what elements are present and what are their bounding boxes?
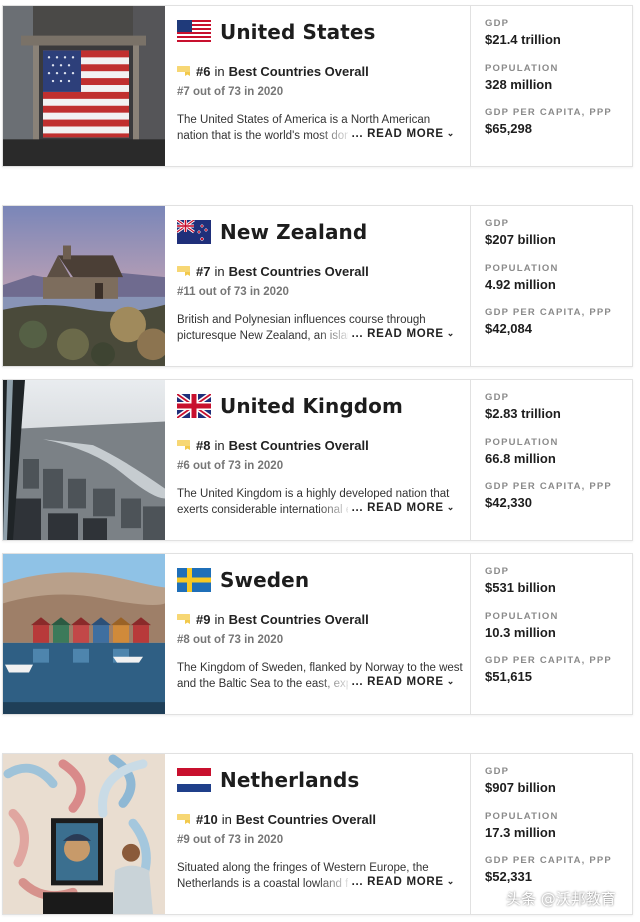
country-name[interactable]: Netherlands — [220, 768, 359, 792]
rank-in-text: in — [214, 612, 225, 627]
us-flag-icon — [177, 20, 211, 44]
read-more-button[interactable]: ... READ MORE ⌄ — [347, 328, 455, 340]
gdp-per-capita-label: GDP PER CAPITA, PPP — [485, 307, 612, 318]
divider — [470, 6, 471, 166]
rank-category-link[interactable]: Best Countries Overall — [236, 812, 376, 827]
ribbon-icon — [177, 814, 190, 825]
ribbon-icon — [177, 266, 190, 277]
overall-rank: #10 in Best Countries Overall — [177, 812, 376, 827]
country-stats: GDP $21.4 trillion POPULATION 328 millio… — [485, 6, 630, 166]
gdp-per-capita-label: GDP PER CAPITA, PPP — [485, 107, 612, 118]
rank-number: #7 — [196, 264, 211, 279]
country-card-united-states[interactable]: United States #6 in Best Countries Overa… — [2, 5, 633, 167]
chevron-down-icon: ⌄ — [446, 676, 455, 686]
country-card-sweden[interactable]: Sweden #9 in Best Countries Overall #8 o… — [2, 553, 633, 715]
country-name[interactable]: Sweden — [220, 568, 309, 592]
gdp-per-capita-label: GDP PER CAPITA, PPP — [485, 855, 612, 866]
uk-flag-icon — [177, 394, 211, 418]
population-value: 66.8 million — [485, 451, 556, 466]
gdp-per-capita-value: $65,298 — [485, 121, 532, 136]
overall-rank: #8 in Best Countries Overall — [177, 438, 369, 453]
overall-rank: #7 in Best Countries Overall — [177, 264, 369, 279]
ribbon-icon — [177, 440, 190, 451]
divider — [470, 206, 471, 366]
rank-category-link[interactable]: Best Countries Overall — [229, 438, 369, 453]
rank-category-link[interactable]: Best Countries Overall — [229, 264, 369, 279]
overall-rank: #9 in Best Countries Overall — [177, 612, 369, 627]
van-gogh-museum-photo[interactable] — [3, 754, 165, 914]
chevron-down-icon: ⌄ — [446, 876, 455, 886]
rank-in-text: in — [214, 264, 225, 279]
chevron-down-icon: ⌄ — [446, 328, 455, 338]
read-more-button[interactable]: ... READ MORE ⌄ — [347, 876, 455, 888]
population-value: 10.3 million — [485, 625, 556, 640]
gdp-per-capita-label: GDP PER CAPITA, PPP — [485, 655, 612, 666]
stone-church-lake-photo[interactable] — [3, 206, 165, 366]
rank-in-text: in — [214, 438, 225, 453]
divider — [470, 554, 471, 714]
gdp-label: GDP — [485, 18, 510, 29]
gdp-per-capita-value: $42,084 — [485, 321, 532, 336]
london-aerial-photo[interactable] — [3, 380, 165, 540]
nl-flag-icon — [177, 768, 211, 792]
chevron-down-icon: ⌄ — [446, 128, 455, 138]
overall-rank: #6 in Best Countries Overall — [177, 64, 369, 79]
gdp-label: GDP — [485, 218, 510, 229]
watermark: 头条 @沃邦教育 — [506, 890, 616, 908]
country-name[interactable]: New Zealand — [220, 220, 367, 244]
gdp-per-capita-value: $42,330 — [485, 495, 532, 510]
country-stats: GDP $531 billion POPULATION 10.3 million… — [485, 554, 630, 714]
population-label: POPULATION — [485, 263, 559, 274]
country-stats: GDP $2.83 trillion POPULATION 66.8 milli… — [485, 380, 630, 540]
country-card-new-zealand[interactable]: New Zealand #7 in Best Countries Overall… — [2, 205, 633, 367]
population-value: 17.3 million — [485, 825, 556, 840]
rank-number: #6 — [196, 64, 211, 79]
se-flag-icon — [177, 568, 211, 592]
gdp-value: $907 billion — [485, 780, 556, 795]
rank-number: #8 — [196, 438, 211, 453]
nz-flag-icon — [177, 220, 211, 244]
gdp-label: GDP — [485, 766, 510, 777]
previous-rank: #9 out of 73 in 2020 — [177, 834, 284, 846]
coastal-boathouses-photo[interactable] — [3, 554, 165, 714]
gdp-value: $531 billion — [485, 580, 556, 595]
previous-rank: #7 out of 73 in 2020 — [177, 86, 284, 98]
population-value: 4.92 million — [485, 277, 556, 292]
country-name[interactable]: United States — [220, 20, 376, 44]
previous-rank: #6 out of 73 in 2020 — [177, 460, 284, 472]
rank-in-text: in — [214, 64, 225, 79]
country-stats: GDP $207 billion POPULATION 4.92 million… — [485, 206, 630, 366]
gdp-label: GDP — [485, 392, 510, 403]
rank-in-text: in — [221, 812, 232, 827]
population-label: POPULATION — [485, 611, 559, 622]
previous-rank: #11 out of 73 in 2020 — [177, 286, 289, 298]
read-more-button[interactable]: ... READ MORE ⌄ — [347, 676, 455, 688]
read-more-button[interactable]: ... READ MORE ⌄ — [347, 502, 455, 514]
gdp-value: $207 billion — [485, 232, 556, 247]
read-more-button[interactable]: ... READ MORE ⌄ — [347, 128, 455, 140]
gdp-value: $21.4 trillion — [485, 32, 561, 47]
rank-category-link[interactable]: Best Countries Overall — [229, 612, 369, 627]
divider — [470, 380, 471, 540]
new-york-stock-exchange-photo[interactable] — [3, 6, 165, 166]
population-label: POPULATION — [485, 811, 559, 822]
rank-number: #9 — [196, 612, 211, 627]
gdp-per-capita-value: $51,615 — [485, 669, 532, 684]
divider — [470, 754, 471, 914]
rank-category-link[interactable]: Best Countries Overall — [229, 64, 369, 79]
chevron-down-icon: ⌄ — [446, 502, 455, 512]
previous-rank: #8 out of 73 in 2020 — [177, 634, 284, 646]
gdp-label: GDP — [485, 566, 510, 577]
gdp-per-capita-value: $52,331 — [485, 869, 532, 884]
ribbon-icon — [177, 614, 190, 625]
country-name[interactable]: United Kingdom — [220, 394, 403, 418]
country-card-united-kingdom[interactable]: United Kingdom #8 in Best Countries Over… — [2, 379, 633, 541]
ribbon-icon — [177, 66, 190, 77]
gdp-value: $2.83 trillion — [485, 406, 561, 421]
population-label: POPULATION — [485, 437, 559, 448]
gdp-per-capita-label: GDP PER CAPITA, PPP — [485, 481, 612, 492]
population-value: 328 million — [485, 77, 553, 92]
population-label: POPULATION — [485, 63, 559, 74]
rank-number: #10 — [196, 812, 218, 827]
